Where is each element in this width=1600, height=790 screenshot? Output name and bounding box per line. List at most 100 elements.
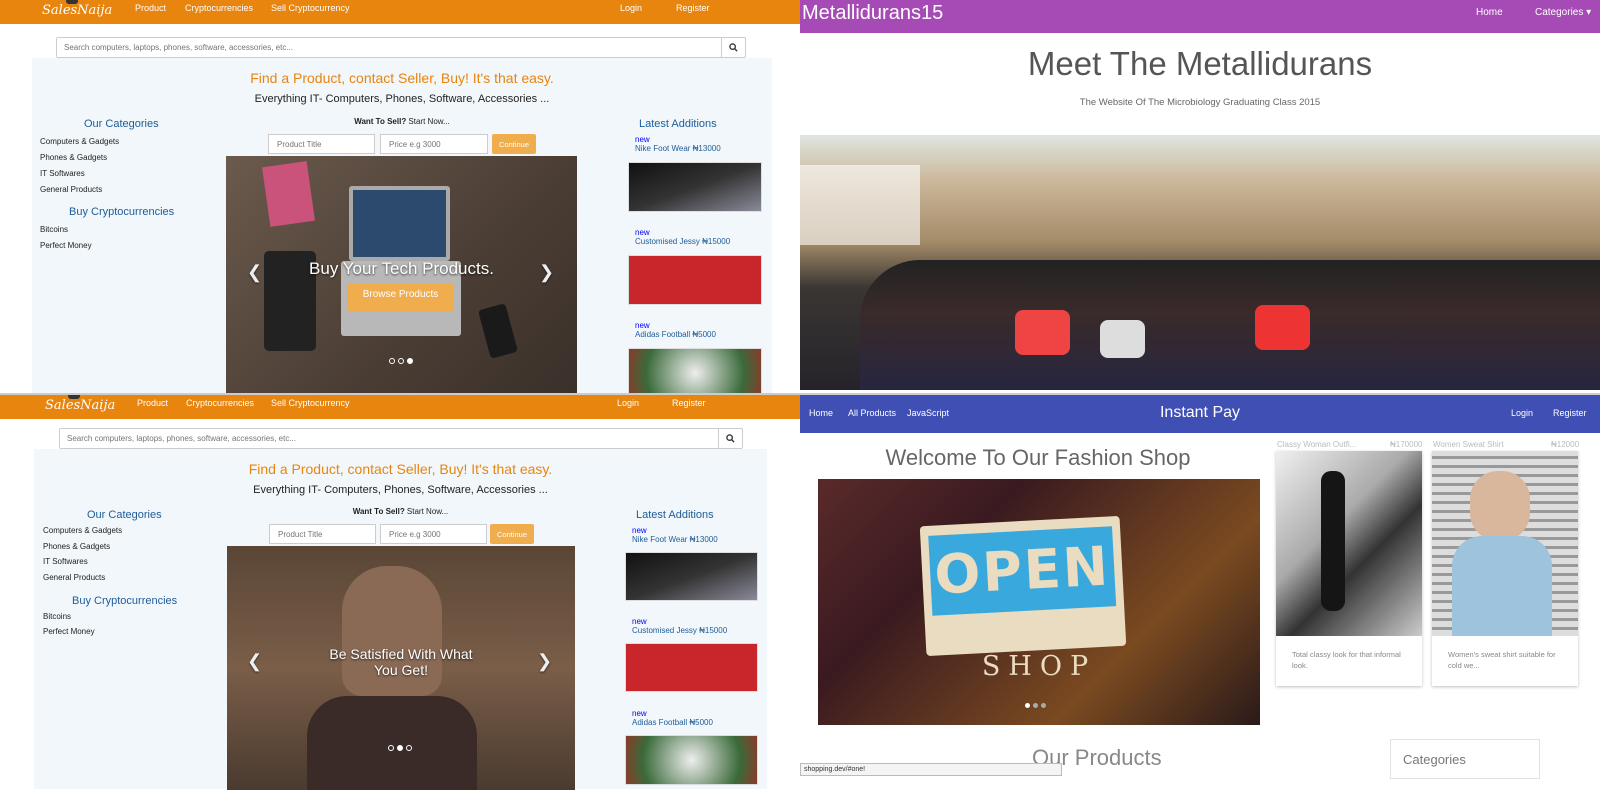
crowd [860,260,1600,390]
laptop-screen-image [349,186,450,261]
product-title-input[interactable] [268,134,375,154]
product-image[interactable] [1432,451,1578,636]
chevron-left-icon[interactable]: ❮ [247,651,262,672]
crypto-link[interactable]: Bitcoins [40,225,68,234]
nav-cryptocurrencies[interactable]: Cryptocurrencies [185,3,253,13]
nav-register[interactable]: Register [672,398,706,408]
product-description: Women's sweat shirt suitable for cold we… [1448,650,1556,670]
carousel-caption: Buy Your Tech Products. [309,259,494,278]
category-link[interactable]: General Products [40,185,102,194]
nav-home[interactable]: Home [1476,7,1503,18]
carousel-caption: Be Satisfied With What You Get! [329,646,473,678]
salesnaija-window-top: SalesNaija Product Cryptocurrencies Sell… [0,0,800,393]
categories-box[interactable]: Categories [1390,739,1540,779]
search-button[interactable] [718,429,742,448]
crypto-heading: Buy Cryptocurrencies [72,595,178,607]
nav-register[interactable]: Register [676,3,710,13]
product-card[interactable]: Women's sweat shirt suitable for cold we… [1432,451,1578,686]
metallidurans-window: Metallidurans15 Home Categories ▾ Meet T… [800,0,1600,393]
category-link[interactable]: Computers & Gadgets [40,137,119,146]
latest-item-link[interactable]: Nike Foot Wear ₦13000 [635,144,721,153]
brand[interactable]: Instant Pay [800,404,1600,422]
tagline: Find a Product, contact Seller, Buy! It'… [248,461,553,477]
nav-login[interactable]: Login [617,398,639,408]
navbar: Home All Products JavaScript Instant Pay… [800,395,1600,433]
product-title: Classy Woman Outfi... [1277,440,1357,449]
logo[interactable]: SalesNaija [45,398,115,413]
category-link[interactable]: Computers & Gadgets [43,526,122,535]
open-sign: OPEN [919,515,1127,657]
nav-sell-crypto[interactable]: Sell Cryptocurrency [271,398,350,408]
product-image[interactable] [1276,451,1422,636]
search-button[interactable] [721,38,745,57]
category-link[interactable]: General Products [43,573,105,582]
new-badge: new [635,321,650,330]
main-content: Find a Product, contact Seller, Buy! It'… [34,449,767,790]
latest-item-link[interactable]: Customised Jessy ₦15000 [635,237,730,246]
product-price: ₦12000 [1551,440,1580,449]
category-link[interactable]: Phones & Gadgets [40,153,107,162]
shop-hero-image: OPEN SHOP [818,479,1260,725]
product-title: Women Sweat Shirt [1433,440,1504,449]
continue-button[interactable]: Continue [492,134,536,154]
caret-down-icon: ▾ [1586,7,1592,18]
crypto-link[interactable]: Bitcoins [43,612,71,621]
nav-login[interactable]: Login [1511,408,1533,418]
instantpay-window: Home All Products JavaScript Instant Pay… [800,395,1600,790]
crypto-link[interactable]: Perfect Money [40,241,92,250]
new-badge: new [632,709,647,718]
price-input[interactable] [380,134,488,154]
search-input[interactable] [57,38,722,57]
new-badge: new [632,617,647,626]
crypto-heading: Buy Cryptocurrencies [69,206,175,218]
latest-item-link[interactable]: Nike Foot Wear ₦13000 [632,535,718,544]
product-card[interactable]: Total classy look for that informal look… [1276,451,1422,686]
search-input[interactable] [60,429,719,448]
chevron-left-icon[interactable]: ❮ [247,262,262,283]
navbar: SalesNaija Product Cryptocurrencies Sell… [0,395,800,419]
search-icon [725,434,735,443]
nav-product[interactable]: Product [135,3,166,13]
latest-item-link[interactable]: Adidas Football ₦5000 [632,718,713,727]
status-bar-url: shopping.dev/#one! [800,763,1062,776]
latest-heading: Latest Additions [636,509,714,521]
price-input[interactable] [380,524,487,544]
browse-products-button[interactable]: Browse Products [347,283,454,311]
logo[interactable]: SalesNaija [42,3,112,18]
new-badge: new [632,526,647,535]
welcome-heading: Welcome To Our Fashion Shop [885,445,1191,470]
jersey-thumbnail[interactable] [625,643,758,692]
nav-product[interactable]: Product [137,398,168,408]
latest-item-link[interactable]: Adidas Football ₦5000 [635,330,716,339]
carousel-indicators[interactable] [389,358,413,364]
shop-sign-text: SHOP [981,651,1097,682]
latest-item-link[interactable]: Customised Jessy ₦15000 [632,626,727,635]
jersey-thumbnail[interactable] [628,255,762,305]
salesnaija-window-bottom: SalesNaija Product Cryptocurrencies Sell… [0,395,800,790]
tagline: Find a Product, contact Seller, Buy! It'… [250,70,554,86]
carousel-indicators[interactable] [388,745,412,751]
brand[interactable]: Metallidurans15 [802,2,943,25]
nike-shoe-thumbnail[interactable] [625,552,758,601]
category-link[interactable]: Phones & Gadgets [43,542,110,551]
chevron-right-icon[interactable]: ❯ [539,262,554,283]
search-icon [728,43,738,52]
carousel: Buy Your Tech Products. Browse Products … [226,156,577,393]
continue-button[interactable]: Continue [490,524,534,544]
nav-login[interactable]: Login [620,3,642,13]
chevron-right-icon[interactable]: ❯ [537,651,552,672]
football-thumbnail[interactable] [625,735,758,785]
nav-register[interactable]: Register [1553,408,1587,418]
category-link[interactable]: IT Softwares [40,169,85,178]
product-title-input[interactable] [269,524,376,544]
carousel: Be Satisfied With What You Get! ❮ ❯ [227,546,575,790]
nike-shoe-thumbnail[interactable] [628,162,762,212]
carousel-indicators[interactable] [1025,703,1046,708]
nav-cryptocurrencies[interactable]: Cryptocurrencies [186,398,254,408]
nav-sell-crypto[interactable]: Sell Cryptocurrency [271,3,350,13]
nav-categories[interactable]: Categories ▾ [1535,7,1591,18]
crypto-link[interactable]: Perfect Money [43,627,95,636]
football-thumbnail[interactable] [628,348,762,393]
open-sign-text: OPEN [932,534,1112,607]
category-link[interactable]: IT Softwares [43,557,88,566]
